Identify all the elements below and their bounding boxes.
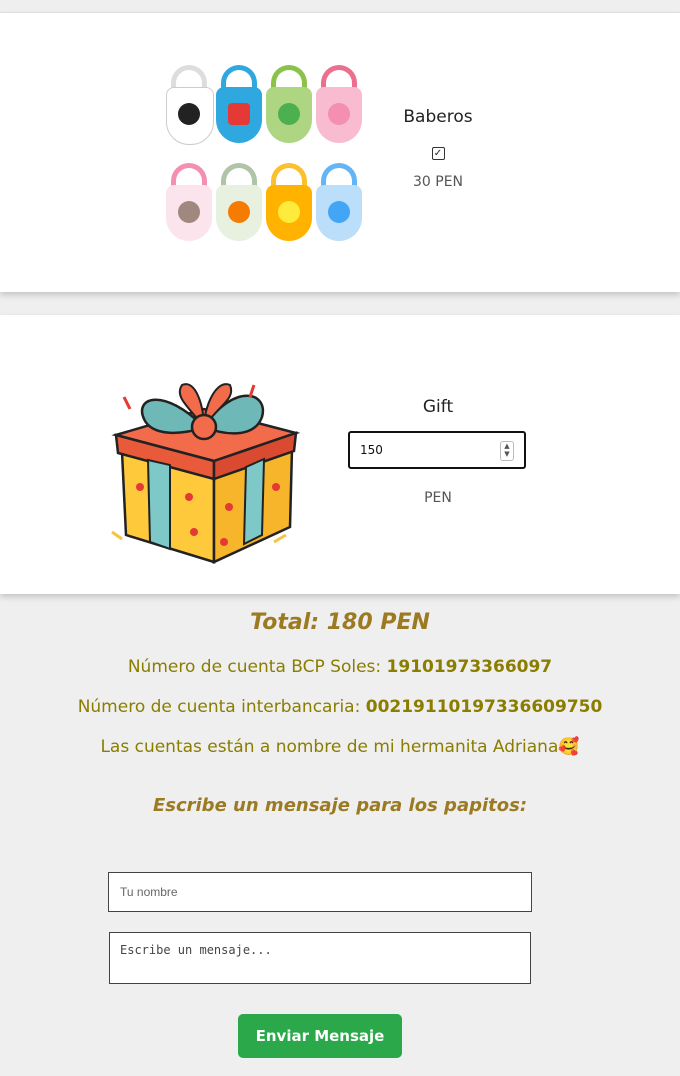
gift-amount-input[interactable]: 150 ▲ ▼ (348, 431, 526, 469)
message-placeholder: Escribe un mensaje... (120, 943, 272, 957)
send-message-button[interactable]: Enviar Mensaje (238, 1014, 402, 1058)
gift-box-image (111, 383, 300, 564)
accounts-note-text: Las cuentas están a nombre de mi hermani… (100, 737, 559, 757)
product-name: Gift (422, 397, 454, 417)
bcp-account-label: Número de cuenta BCP Soles: (127, 657, 387, 677)
name-input[interactable]: Tu nombre (108, 872, 532, 912)
interbank-account-label: Número de cuenta interbancaria: (77, 697, 366, 717)
product-card-gift: Gift 150 ▲ ▼ PEN (0, 315, 680, 594)
gift-currency: PEN (424, 490, 452, 506)
product-info-gift: Gift (388, 397, 488, 417)
top-strip (0, 0, 680, 13)
gift-amount-value: 150 (360, 443, 383, 457)
interbank-account-number: 00219110197336609750 (365, 697, 603, 717)
interbank-account: Número de cuenta interbancaria: 00219110… (0, 697, 680, 717)
product-card-baberos: Baberos ✓ 30 PEN (0, 13, 680, 292)
bcp-account-number: 19101973366097 (386, 657, 553, 677)
message-textarea[interactable]: Escribe un mensaje... (109, 932, 531, 984)
bcp-account: Número de cuenta BCP Soles: 191019733660… (0, 657, 680, 677)
product-name: Baberos (403, 107, 473, 127)
gift-currency-wrap: PEN (388, 490, 488, 506)
message-form-title: Escribe un mensaje para los papitos: (152, 795, 528, 816)
name-placeholder: Tu nombre (120, 885, 178, 899)
spinner-icon[interactable]: ▲ ▼ (500, 441, 514, 461)
product-info-baberos: Baberos ✓ 30 PEN (388, 107, 488, 190)
accounts-note: Las cuentas están a nombre de mi hermani… (0, 737, 680, 757)
summary-section: Total: 180 PEN Número de cuenta BCP Sole… (0, 610, 680, 816)
smiling-hearts-emoji: 🥰 (558, 737, 580, 757)
total-label: Total: 180 PEN (250, 610, 430, 635)
product-price: 30 PEN (412, 174, 464, 190)
select-checkbox[interactable]: ✓ (431, 147, 445, 160)
bibs-image (166, 65, 366, 241)
